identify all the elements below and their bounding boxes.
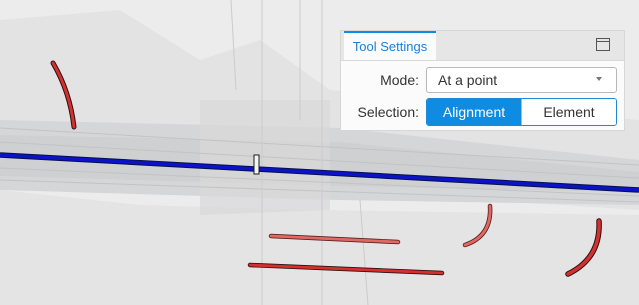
tab-tool-settings[interactable]: Tool Settings (344, 31, 436, 60)
mode-label: Mode: (380, 72, 419, 88)
tool-settings-panel: Tool Settings Mode: At a point Selection… (340, 30, 625, 131)
mode-row: Mode: At a point (341, 65, 624, 95)
selection-toggle: Alignment Element (426, 98, 617, 126)
alignment-marker[interactable] (253, 154, 260, 175)
selection-label: Selection: (357, 104, 419, 120)
chevron-down-icon (596, 77, 602, 81)
tool-settings-tab-strip: Tool Settings (341, 31, 624, 61)
selection-alignment-button[interactable]: Alignment (427, 99, 521, 125)
junction-block (200, 100, 330, 215)
selection-element-button[interactable]: Element (521, 99, 616, 125)
window-icon[interactable] (596, 38, 610, 51)
mode-select[interactable]: At a point (426, 67, 617, 93)
selection-row: Selection: Alignment Element (341, 97, 624, 127)
mode-select-value: At a point (438, 72, 498, 88)
